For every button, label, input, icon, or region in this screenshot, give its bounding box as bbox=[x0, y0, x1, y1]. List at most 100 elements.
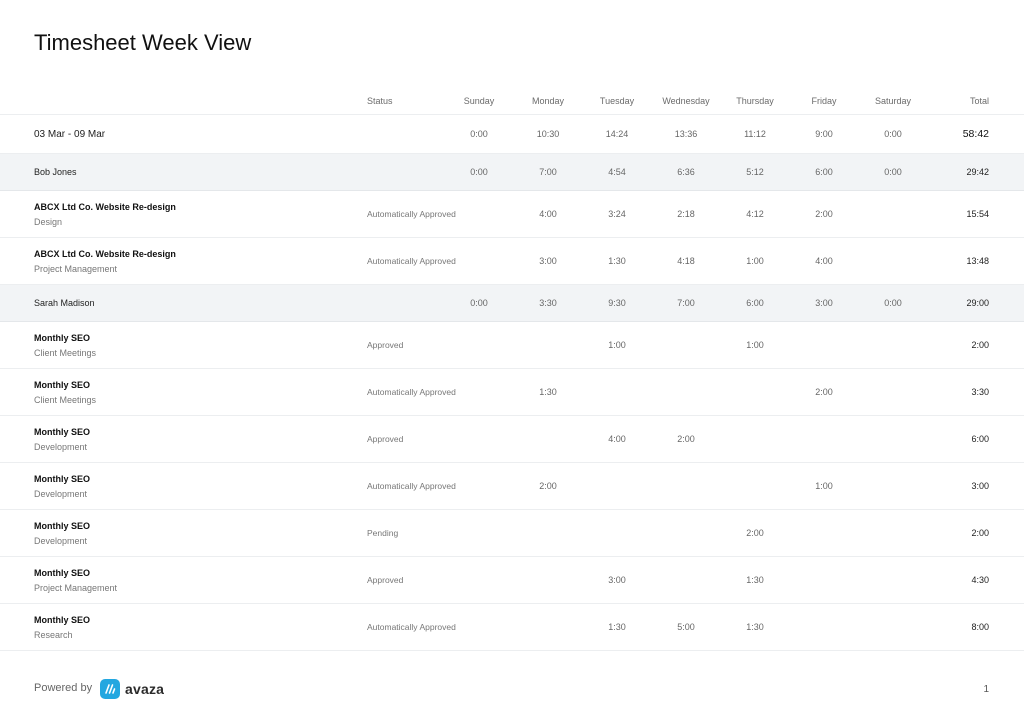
hours-sunday bbox=[444, 191, 514, 237]
table-row: ABCX Ltd Co. Website Re-design Project Ma… bbox=[0, 238, 1024, 285]
page-number: 1 bbox=[983, 684, 989, 695]
powered-by-label: Powered by bbox=[34, 682, 93, 694]
hours-thursday: 1:30 bbox=[746, 575, 764, 585]
hours-friday: 9:00 bbox=[815, 129, 833, 139]
hours-wednesday bbox=[651, 510, 721, 556]
person-name: Bob Jones bbox=[34, 167, 77, 177]
entry-name-stack: Monthly SEO Project Management bbox=[34, 568, 117, 593]
row-total: 2:00 bbox=[971, 340, 989, 350]
hours-wednesday: 2:00 bbox=[677, 434, 695, 444]
hours-thursday bbox=[720, 416, 790, 462]
entry-name-stack: ABCX Ltd Co. Website Re-design Design bbox=[34, 202, 176, 227]
hours-sunday bbox=[444, 604, 514, 650]
hours-thursday: 11:12 bbox=[744, 129, 766, 139]
entry-name: Monthly SEO Client Meetings bbox=[34, 322, 354, 368]
project-name: Monthly SEO bbox=[34, 379, 90, 390]
hours-friday: 2:00 bbox=[815, 209, 833, 219]
hours-monday: 7:00 bbox=[539, 167, 557, 177]
hours-tuesday: 14:24 bbox=[605, 129, 629, 139]
entry-name: ABCX Ltd Co. Website Re-design Project Ma… bbox=[34, 238, 354, 284]
hours-wednesday bbox=[651, 557, 721, 603]
hours-monday bbox=[513, 322, 583, 368]
hours-monday bbox=[513, 416, 583, 462]
hours-wednesday: 4:18 bbox=[677, 256, 695, 266]
hours-thursday: 1:30 bbox=[746, 622, 764, 632]
hours-wednesday: 13:36 bbox=[674, 129, 698, 139]
project-name: Monthly SEO bbox=[34, 520, 90, 531]
avaza-logo: avaza bbox=[100, 679, 164, 699]
header-tuesday: Tuesday bbox=[599, 96, 635, 106]
row-total: 13:48 bbox=[966, 256, 989, 266]
hours-thursday bbox=[720, 463, 790, 509]
hours-monday: 1:30 bbox=[539, 387, 557, 397]
hours-wednesday bbox=[651, 463, 721, 509]
hours-sunday: 0:00 bbox=[470, 129, 488, 139]
task-name: Research bbox=[34, 629, 73, 640]
hours-tuesday: 1:30 bbox=[608, 256, 626, 266]
table-row: Monthly SEO Client Meetings Approved 1:00 1:… bbox=[0, 322, 1024, 369]
timesheet-table: Status Sunday Monday Tuesday Wednesday T… bbox=[0, 88, 1024, 651]
avaza-wordmark: avaza bbox=[125, 681, 165, 697]
table-row: Monthly SEO Research Automatically Approve… bbox=[0, 604, 1024, 651]
hours-monday: 3:00 bbox=[539, 256, 557, 266]
task-name: Client Meetings bbox=[34, 394, 97, 405]
person-row: Sarah Madison 0:00 3:30 9:30 7:00 6:00 3:00 0:0… bbox=[0, 285, 1024, 322]
hours-thursday bbox=[720, 369, 790, 415]
page-footer: Powered by avaza 1 bbox=[0, 672, 1024, 708]
table-row: Monthly SEO Development Pending 2:00 2:00 bbox=[0, 510, 1024, 557]
task-name: Project Management bbox=[34, 263, 118, 274]
entry-name: Monthly SEO Development bbox=[34, 510, 354, 556]
hours-monday: 2:00 bbox=[539, 481, 557, 491]
row-total: 29:00 bbox=[966, 298, 989, 308]
hours-tuesday: 3:24 bbox=[608, 209, 626, 219]
entry-name-stack: Monthly SEO Development bbox=[34, 521, 90, 546]
hours-monday bbox=[513, 604, 583, 650]
hours-sunday bbox=[444, 416, 514, 462]
hours-thursday: 1:00 bbox=[746, 340, 764, 350]
hours-tuesday bbox=[582, 510, 652, 556]
project-name: Monthly SEO bbox=[34, 332, 90, 343]
hours-monday: 4:00 bbox=[539, 209, 557, 219]
hours-thursday: 2:00 bbox=[746, 528, 764, 538]
hours-friday: 4:00 bbox=[815, 256, 833, 266]
hours-sunday bbox=[444, 463, 514, 509]
project-name: Monthly SEO bbox=[34, 567, 90, 578]
hours-wednesday: 5:00 bbox=[677, 622, 695, 632]
row-total: 3:30 bbox=[971, 387, 989, 397]
table-row: Monthly SEO Client Meetings Automatically … bbox=[0, 369, 1024, 416]
entry-name-stack: Monthly SEO Development bbox=[34, 427, 90, 452]
hours-friday bbox=[789, 416, 859, 462]
project-name: ABCX Ltd Co. Website Re-design bbox=[34, 201, 176, 212]
hours-friday bbox=[789, 322, 859, 368]
hours-sunday bbox=[444, 369, 514, 415]
entry-name-stack: ABCX Ltd Co. Website Re-design Project Ma… bbox=[34, 249, 176, 274]
project-name: Monthly SEO bbox=[34, 473, 90, 484]
row-total: 6:00 bbox=[971, 434, 989, 444]
entry-name-stack: Monthly SEO Research bbox=[34, 615, 90, 640]
entry-name: Monthly SEO Development bbox=[34, 463, 354, 509]
hours-monday: 3:30 bbox=[539, 298, 557, 308]
hours-tuesday bbox=[582, 463, 652, 509]
week-range: 03 Mar - 09 Mar bbox=[34, 128, 106, 140]
hours-tuesday bbox=[582, 369, 652, 415]
hours-thursday: 1:00 bbox=[746, 256, 764, 266]
table-body: 03 Mar - 09 Mar 0:00 10:30 14:24 13:36 11:12 9… bbox=[0, 115, 1024, 651]
hours-wednesday: 2:18 bbox=[677, 209, 695, 219]
header-sunday: Sunday bbox=[463, 96, 495, 106]
person-row: Bob Jones 0:00 7:00 4:54 6:36 5:12 6:00 0:00 29:… bbox=[0, 154, 1024, 191]
header-thursday: Thursday bbox=[736, 96, 774, 106]
hours-monday bbox=[513, 557, 583, 603]
header-wednesday: Wednesday bbox=[662, 96, 710, 106]
entry-name-stack: Monthly SEO Client Meetings bbox=[34, 333, 96, 358]
hours-friday bbox=[789, 510, 859, 556]
task-name: Design bbox=[34, 216, 63, 227]
hours-tuesday: 9:30 bbox=[608, 298, 626, 308]
row-total: 8:00 bbox=[971, 622, 989, 632]
entry-name-stack: Monthly SEO Client Meetings bbox=[34, 380, 96, 405]
project-name: Monthly SEO bbox=[34, 426, 90, 437]
hours-sunday bbox=[444, 238, 514, 284]
hours-monday bbox=[513, 510, 583, 556]
hours-wednesday bbox=[651, 369, 721, 415]
task-name: Development bbox=[34, 441, 88, 452]
task-name: Project Management bbox=[34, 582, 118, 593]
